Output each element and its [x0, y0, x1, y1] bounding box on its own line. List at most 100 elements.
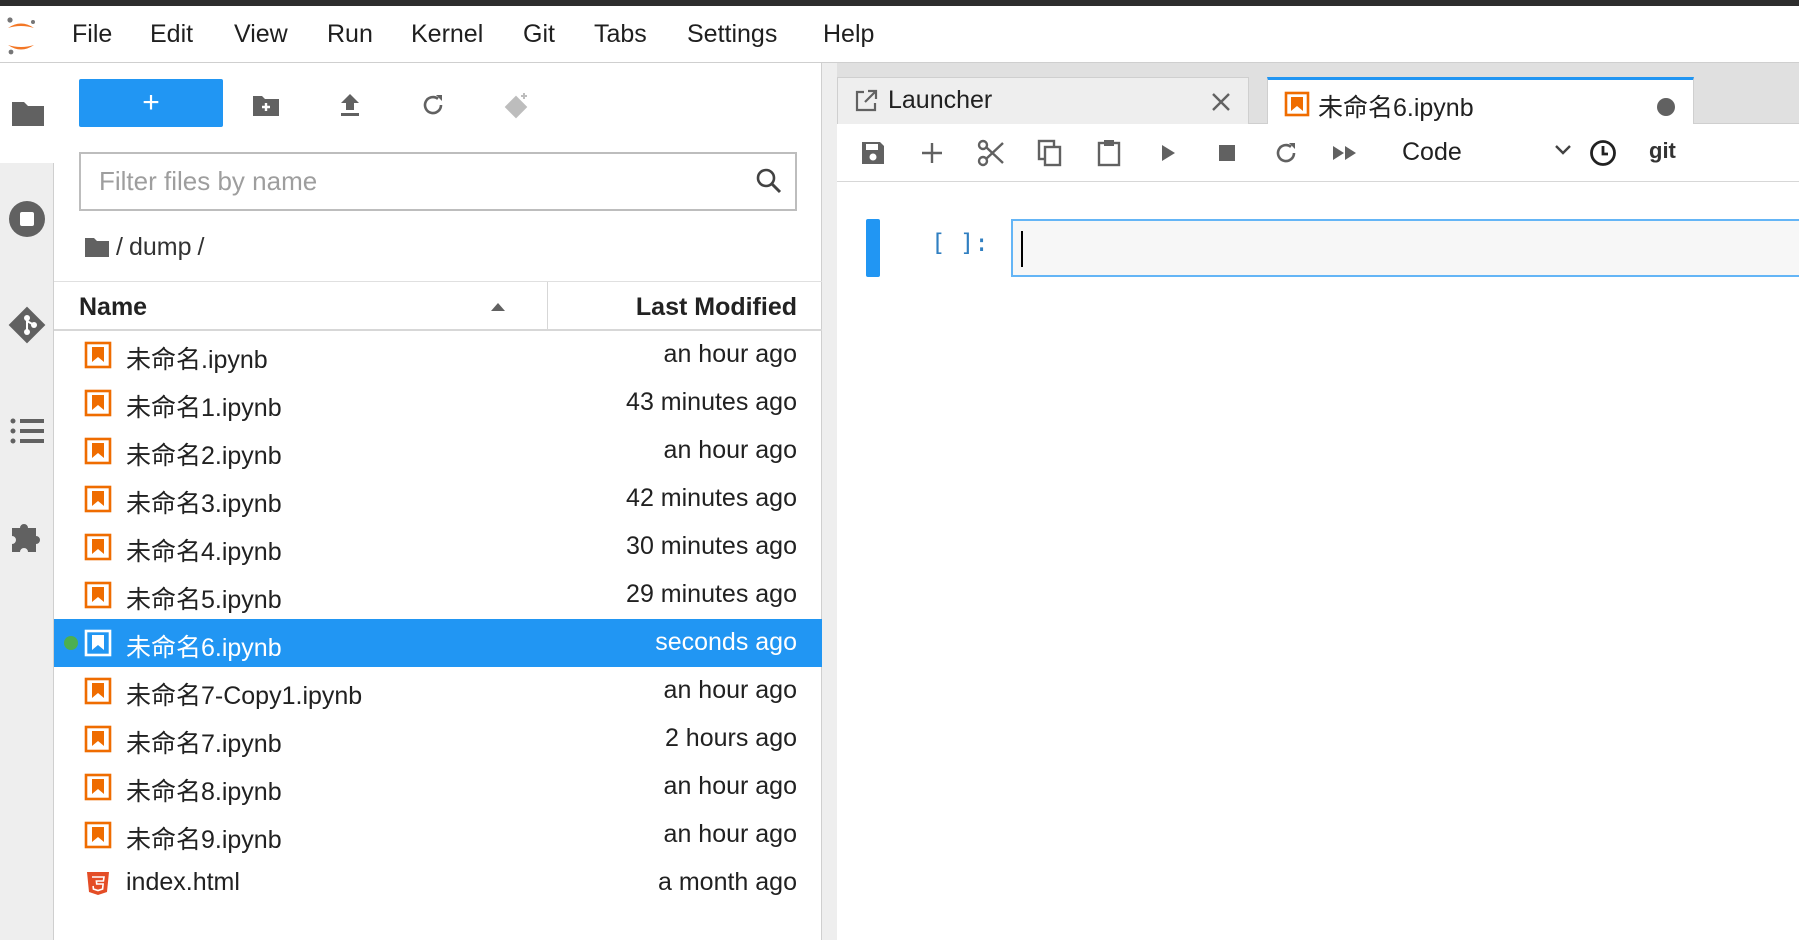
plus-icon — [922, 143, 942, 163]
cell-prompt: [ ]: — [931, 229, 989, 257]
file-modified: 42 minutes ago — [626, 484, 797, 512]
running-indicator-icon — [64, 636, 78, 650]
sidebar-tab-file-browser[interactable] — [0, 63, 55, 163]
sort-ascending-icon[interactable] — [490, 302, 506, 312]
text-cursor — [1021, 231, 1023, 267]
new-launcher-button[interactable]: + — [79, 79, 223, 127]
restart-run-all-button[interactable] — [1331, 139, 1359, 167]
cell-editor[interactable] — [1011, 219, 1799, 277]
menu-file[interactable]: File — [72, 20, 112, 49]
launcher-icon — [855, 89, 878, 112]
git-diff-button[interactable]: git — [1649, 138, 1676, 164]
copy-button[interactable] — [1036, 139, 1064, 167]
panel-splitter[interactable] — [822, 63, 837, 940]
home-folder-icon[interactable] — [84, 236, 110, 258]
menu-tabs[interactable]: Tabs — [594, 20, 647, 49]
notebook-icon — [84, 629, 112, 657]
file-modified: an hour ago — [663, 340, 797, 368]
file-row[interactable]: 未命名.ipynb an hour ago — [54, 331, 822, 379]
running-icon — [9, 201, 45, 237]
sidebar-tab-toc[interactable] — [0, 381, 54, 481]
menu-git[interactable]: Git — [523, 20, 555, 49]
file-row[interactable]: 未命名5.ipynb 29 minutes ago — [54, 571, 822, 619]
notebook-icon — [84, 389, 112, 417]
menu-edit[interactable]: Edit — [150, 20, 193, 49]
file-name: 未命名3.ipynb — [126, 490, 282, 518]
chevron-down-icon — [1555, 145, 1571, 155]
sidebar-tab-running[interactable] — [0, 169, 54, 269]
extension-icon — [12, 524, 40, 552]
file-row[interactable]: index.html a month ago — [54, 859, 822, 907]
file-row[interactable]: 未命名6.ipynb seconds ago — [54, 619, 822, 667]
notebook-icon — [84, 677, 112, 705]
folder-icon — [11, 102, 44, 126]
file-name: 未命名7-Copy1.ipynb — [126, 682, 363, 710]
cut-button[interactable] — [977, 139, 1005, 167]
file-modified: 29 minutes ago — [626, 580, 797, 608]
file-row[interactable]: 未命名7-Copy1.ipynb an hour ago — [54, 667, 822, 715]
close-icon[interactable] — [1210, 91, 1232, 113]
breadcrumb-separator: / — [197, 232, 205, 261]
sidebar-tab-extensions[interactable] — [0, 487, 54, 587]
menu-kernel[interactable]: Kernel — [411, 20, 483, 49]
file-name: 未命名.ipynb — [126, 346, 268, 374]
tab-launcher[interactable]: Launcher — [837, 77, 1249, 124]
notebook-icon — [84, 485, 112, 513]
unsaved-dot-icon[interactable] — [1657, 98, 1675, 116]
code-cell[interactable]: [ ]: — [837, 213, 1799, 283]
file-row[interactable]: 未命名8.ipynb an hour ago — [54, 763, 822, 811]
time-travel-button[interactable] — [1589, 139, 1617, 167]
file-name: 未命名2.ipynb — [126, 442, 282, 470]
column-header-name[interactable]: Name — [79, 293, 147, 322]
file-row[interactable]: 未命名2.ipynb an hour ago — [54, 427, 822, 475]
file-row[interactable]: 未命名4.ipynb 30 minutes ago — [54, 523, 822, 571]
cell-type-select[interactable]: Code — [1402, 132, 1572, 172]
fast-forward-icon — [1333, 146, 1356, 160]
upload-icon — [341, 94, 359, 116]
notebook-icon — [84, 341, 112, 369]
refresh-button[interactable] — [419, 91, 447, 119]
upload-button[interactable] — [336, 91, 364, 119]
file-modified: an hour ago — [663, 820, 797, 848]
copy-icon — [1037, 139, 1062, 167]
file-row[interactable]: 未命名1.ipynb 43 minutes ago — [54, 379, 822, 427]
tab-notebook[interactable]: 未命名6.ipynb — [1267, 77, 1694, 125]
run-button[interactable] — [1154, 139, 1182, 167]
clock-icon — [1590, 140, 1616, 166]
menu-run[interactable]: Run — [327, 20, 373, 49]
notebook-icon — [84, 533, 112, 561]
restart-button[interactable] — [1272, 139, 1300, 167]
file-modified: an hour ago — [663, 436, 797, 464]
menu-settings[interactable]: Settings — [687, 20, 777, 49]
menu-view[interactable]: View — [234, 20, 288, 49]
notebook-icon — [1284, 91, 1310, 117]
notebook-icon — [84, 725, 112, 753]
column-divider[interactable] — [547, 282, 548, 330]
file-filter — [79, 152, 797, 211]
file-list: 未命名.ipynb an hour ago 未命名1.ipynb 43 minutes… — [54, 331, 822, 907]
new-folder-button[interactable] — [252, 91, 280, 119]
file-row[interactable]: 未命名9.ipynb an hour ago — [54, 811, 822, 859]
file-name: 未命名5.ipynb — [126, 586, 282, 614]
menu-help[interactable]: Help — [823, 20, 874, 49]
filter-input[interactable] — [99, 162, 719, 200]
git-clone-button[interactable] — [502, 91, 530, 119]
paste-button[interactable] — [1095, 139, 1123, 167]
breadcrumb-separator: / — [116, 232, 123, 261]
file-row[interactable]: 未命名7.ipynb 2 hours ago — [54, 715, 822, 763]
breadcrumb-dump[interactable]: dump — [129, 233, 192, 262]
notebook-toolbar: Code git — [837, 124, 1799, 182]
file-row[interactable]: 未命名3.ipynb 42 minutes ago — [54, 475, 822, 523]
insert-cell-button[interactable] — [918, 139, 946, 167]
interrupt-button[interactable] — [1213, 139, 1241, 167]
file-modified: a month ago — [658, 868, 797, 896]
cell-collapser[interactable] — [866, 219, 880, 277]
notebook-icon — [84, 581, 112, 609]
notebook-icon — [84, 773, 112, 801]
git-clone-icon — [504, 93, 528, 119]
sidebar-tab-git[interactable] — [0, 275, 54, 375]
save-button[interactable] — [859, 139, 887, 167]
cell-type-value: Code — [1402, 138, 1462, 166]
column-header-last-modified[interactable]: Last Modified — [636, 293, 797, 322]
file-name: 未命名6.ipynb — [126, 634, 282, 662]
